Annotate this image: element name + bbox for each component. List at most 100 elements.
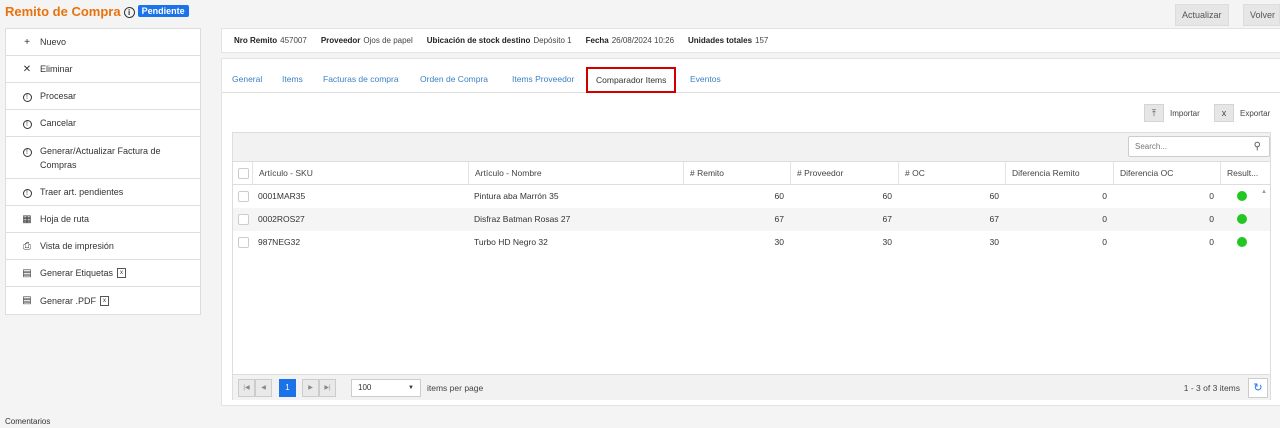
import-button[interactable]: ⤒ Importar bbox=[1144, 104, 1200, 122]
sidebar-item-label: Generar/Actualizar Factura de Compras bbox=[40, 145, 161, 170]
first-page-button[interactable]: |◀ bbox=[238, 379, 255, 397]
column-header-diferencia-oc[interactable]: Diferencia OC bbox=[1113, 162, 1220, 185]
cell-resultado bbox=[1220, 185, 1264, 208]
tab-comparador-items[interactable]: Comparador Items bbox=[586, 67, 677, 93]
table-row[interactable]: 0001MAR35 Pintura aba Marrón 35 60 60 60… bbox=[233, 185, 1270, 208]
sidebar-item-label: Vista de impresión bbox=[40, 241, 114, 251]
prev-page-button[interactable]: ◀ bbox=[255, 379, 272, 397]
search-input[interactable]: Search... ⚲ bbox=[1128, 136, 1270, 157]
fecha-value: 26/08/2024 10:26 bbox=[611, 36, 675, 45]
info-icon: ! bbox=[20, 187, 34, 198]
row-checkbox[interactable] bbox=[238, 237, 249, 248]
comparador-grid: Search... ⚲ Artículo - SKU Artículo - No… bbox=[232, 132, 1271, 400]
cell-diferencia-remito: 0 bbox=[1102, 191, 1107, 201]
sidebar-item-hoja-de-ruta[interactable]: ▦ Hoja de ruta bbox=[6, 206, 200, 233]
cell-sku: 0001MAR35 bbox=[258, 191, 306, 201]
column-header-oc[interactable]: # OC bbox=[898, 162, 1005, 185]
grid-toolbar: Search... ⚲ bbox=[233, 133, 1270, 162]
next-page-button[interactable]: ▶ bbox=[302, 379, 319, 397]
cell-resultado bbox=[1220, 231, 1264, 254]
x-icon: ✕ bbox=[22, 63, 32, 75]
comments-label: Comentarios bbox=[5, 417, 51, 426]
cell-oc: 60 bbox=[989, 191, 999, 201]
sidebar-item-nuevo[interactable]: + Nuevo bbox=[6, 29, 200, 56]
proveedor-value: Ojos de papel bbox=[363, 36, 413, 45]
cell-remito: 60 bbox=[774, 191, 784, 201]
tab-bar: General Items Facturas de compra Orden d… bbox=[222, 67, 1280, 93]
info-icon[interactable]: i bbox=[123, 7, 135, 18]
ubicacion-label: Ubicación de stock destino bbox=[426, 36, 531, 45]
info-icon: ! bbox=[20, 118, 34, 129]
sidebar-item-label: Traer art. pendientes bbox=[40, 187, 124, 197]
sidebar-item-label: Procesar bbox=[40, 91, 77, 101]
status-ok-icon bbox=[1237, 237, 1247, 247]
column-header-nombre[interactable]: Artículo - Nombre bbox=[468, 162, 683, 185]
search-icon: ⚲ bbox=[1253, 141, 1261, 152]
tab-orden-compra[interactable]: Orden de Compra bbox=[420, 74, 488, 84]
cell-proveedor: 30 bbox=[882, 237, 892, 247]
scroll-up-icon[interactable]: ▲ bbox=[1261, 189, 1267, 195]
table-row[interactable]: 987NEG32 Turbo HD Negro 32 30 30 30 0 0 bbox=[233, 231, 1270, 254]
sidebar-item-vista-impresion[interactable]: ⎙ Vista de impresión bbox=[6, 233, 200, 260]
excel-icon: x bbox=[100, 295, 110, 306]
sidebar-item-traer-pendientes[interactable]: ! Traer art. pendientes bbox=[6, 179, 200, 206]
column-header-resultado[interactable]: Result... bbox=[1220, 162, 1264, 185]
page-title-text: Remito de Compra bbox=[5, 4, 121, 19]
column-header-proveedor[interactable]: # Proveedor bbox=[790, 162, 898, 185]
document-icon: ▤ bbox=[22, 295, 32, 306]
tab-items-proveedor[interactable]: Items Proveedor bbox=[512, 74, 574, 84]
chevron-down-icon: ▼ bbox=[408, 385, 414, 391]
row-checkbox[interactable] bbox=[238, 214, 249, 225]
import-label: Importar bbox=[1170, 108, 1200, 118]
table-row[interactable]: 0002ROS27 Disfraz Batman Rosas 27 67 67 … bbox=[233, 208, 1270, 231]
refresh-icon[interactable]: ↻ bbox=[1248, 378, 1268, 398]
page-size-value: 100 bbox=[358, 383, 372, 392]
cell-nombre: Pintura aba Marrón 35 bbox=[474, 191, 559, 201]
sidebar-item-eliminar[interactable]: ✕ Eliminar bbox=[6, 56, 200, 83]
ubicacion-value: Depósito 1 bbox=[533, 36, 572, 45]
sidebar-item-label: Eliminar bbox=[40, 64, 73, 74]
back-button[interactable]: Volver bbox=[1243, 4, 1280, 26]
tab-items[interactable]: Items bbox=[282, 74, 303, 84]
sidebar-actions: + Nuevo ✕ Eliminar ! Procesar ! Cancelar… bbox=[5, 28, 201, 315]
export-button[interactable]: x Exportar bbox=[1214, 104, 1270, 122]
sidebar-item-procesar[interactable]: ! Procesar bbox=[6, 83, 200, 110]
info-icon: ! bbox=[20, 146, 34, 157]
column-header-diferencia-remito[interactable]: Diferencia Remito bbox=[1005, 162, 1113, 185]
page-button-current[interactable]: 1 bbox=[279, 379, 296, 397]
excel-icon: x bbox=[117, 268, 127, 278]
column-header-remito[interactable]: # Remito bbox=[683, 162, 790, 185]
refresh-button[interactable]: Actualizar bbox=[1175, 4, 1229, 26]
cell-diferencia-remito: 0 bbox=[1102, 214, 1107, 224]
last-page-button[interactable]: ▶| bbox=[319, 379, 336, 397]
cell-sku: 0002ROS27 bbox=[258, 214, 305, 224]
row-checkbox[interactable] bbox=[238, 191, 249, 202]
status-badge: Pendiente bbox=[137, 5, 189, 17]
printer-icon: ⎙ bbox=[23, 240, 31, 252]
fecha-label: Fecha bbox=[585, 36, 609, 45]
select-all-checkbox[interactable] bbox=[238, 168, 249, 179]
sidebar-item-generar-factura[interactable]: ! Generar/Actualizar Factura de Compras bbox=[6, 137, 200, 179]
page-header: Remito de Compra i Pendiente Actualizar Vo… bbox=[0, 0, 1280, 26]
sidebar-item-generar-pdf[interactable]: ▤ Generar .PDF x bbox=[6, 287, 200, 314]
document-icon: ▤ bbox=[22, 267, 32, 279]
page-size-select[interactable]: 100 ▼ bbox=[351, 379, 421, 397]
cell-diferencia-oc: 0 bbox=[1209, 237, 1214, 247]
cell-proveedor: 67 bbox=[882, 214, 892, 224]
sidebar-item-label: Nuevo bbox=[40, 37, 67, 47]
export-label: Exportar bbox=[1240, 108, 1271, 118]
cell-resultado bbox=[1220, 208, 1264, 231]
proveedor-label: Proveedor bbox=[320, 36, 361, 45]
tab-general[interactable]: General bbox=[232, 74, 262, 84]
tab-facturas-compra[interactable]: Facturas de compra bbox=[323, 74, 399, 84]
sidebar-item-cancelar[interactable]: ! Cancelar bbox=[6, 110, 200, 137]
tab-eventos[interactable]: Eventos bbox=[690, 74, 721, 84]
cell-nombre: Disfraz Batman Rosas 27 bbox=[474, 214, 571, 224]
excel-icon: x bbox=[1214, 104, 1234, 122]
column-header-sku[interactable]: Artículo - SKU bbox=[252, 162, 468, 185]
remito-summary: Nro Remito 457007 Proveedor Ojos de papel … bbox=[221, 28, 1280, 53]
status-ok-icon bbox=[1237, 191, 1247, 201]
sidebar-item-generar-etiquetas[interactable]: ▤ Generar Etiquetas x bbox=[6, 260, 200, 287]
calendar-icon: ▦ bbox=[22, 213, 32, 225]
nro-remito-value: 457007 bbox=[280, 36, 307, 45]
